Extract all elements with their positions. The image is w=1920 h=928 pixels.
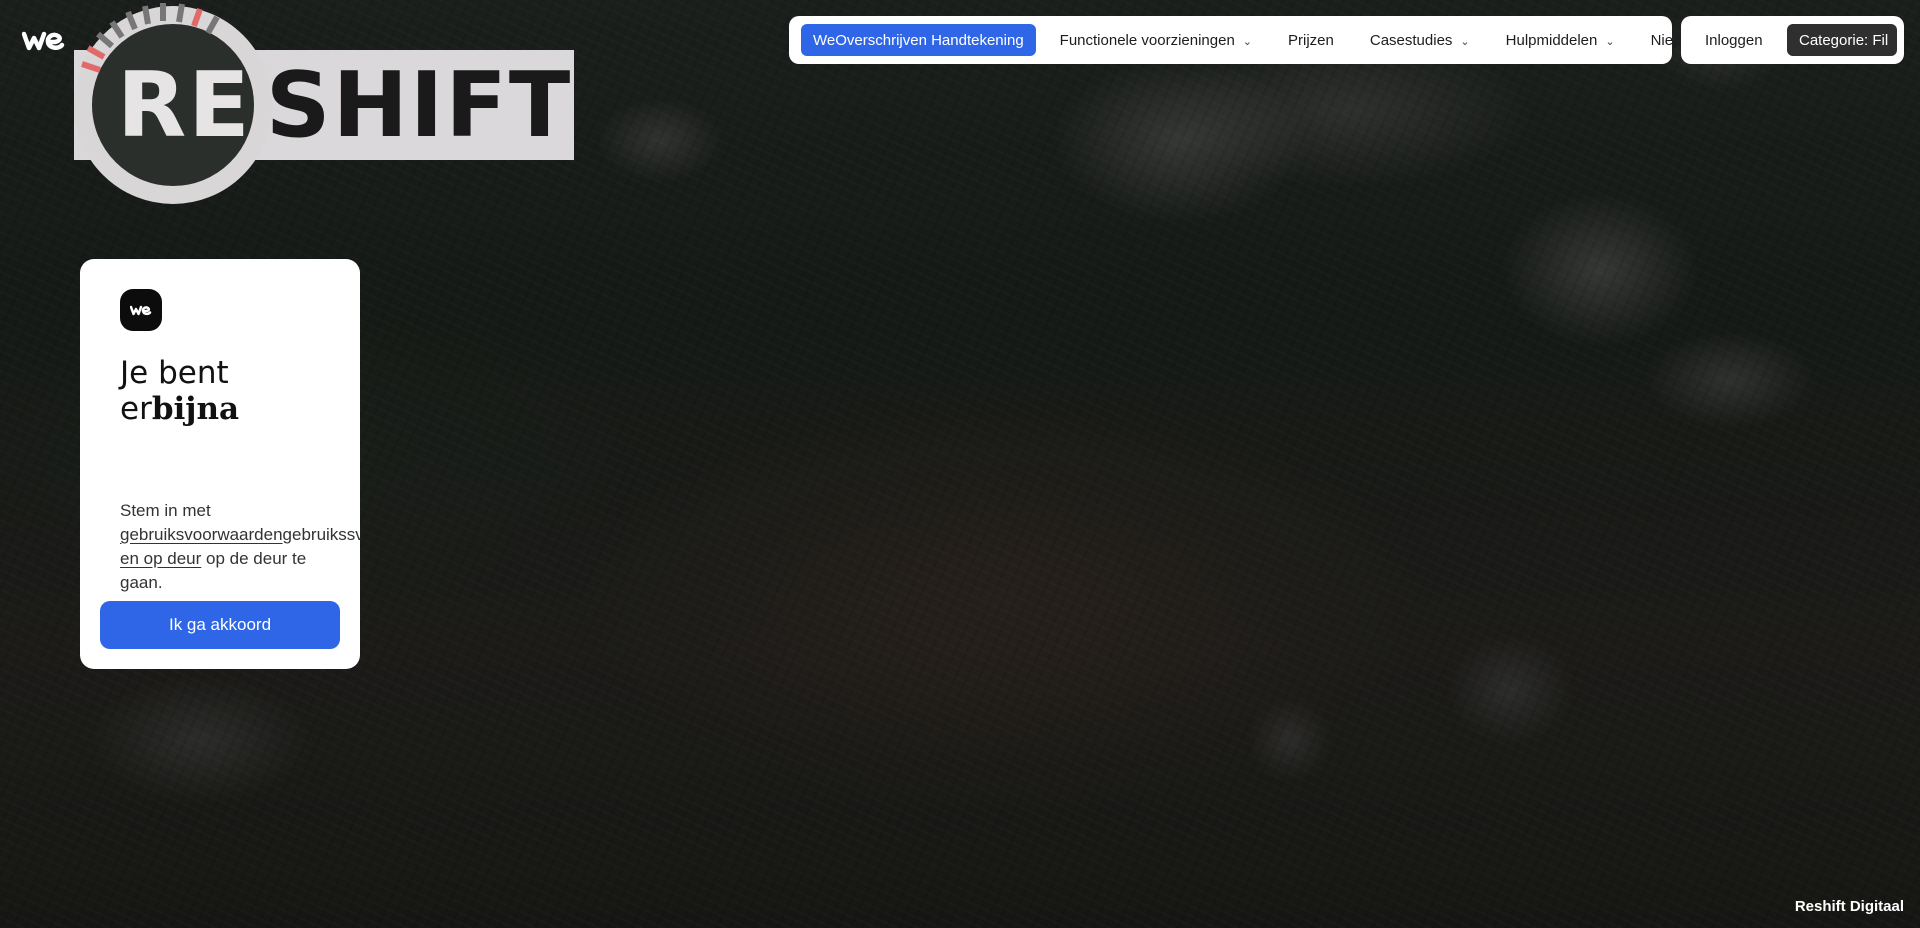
chevron-down-icon: ⌄ — [1605, 35, 1615, 48]
terms-link[interactable]: gebruiksvoorwaarden — [120, 525, 283, 544]
nav-item-casestudies[interactable]: Casestudies ⌄ — [1358, 32, 1482, 49]
nav-item-label: Functionele voorzieningen — [1059, 31, 1235, 49]
account-navigation: Inloggen Categorie: Fil — [1681, 16, 1904, 64]
category-button[interactable]: Categorie: Fil — [1787, 24, 1897, 56]
wordmark-re: RE — [117, 53, 252, 158]
chevron-down-icon: ⌄ — [1242, 35, 1253, 48]
main-navigation: WeOverschrijven Handtekening Functionele… — [789, 16, 1700, 64]
card-body-after: op de deur te — [201, 549, 307, 568]
we-logo-icon[interactable] — [21, 28, 66, 52]
card-title: Je bent erbijna — [120, 355, 239, 427]
card-title-bold: bijna — [151, 391, 240, 427]
we-logo-icon — [120, 289, 162, 331]
nav-item-functionele-voorzieningen[interactable]: Functionele voorzieningen ⌄ — [1048, 32, 1264, 49]
reshift-wordmark: RE SHIFT — [117, 58, 572, 154]
card-title-regular: er — [120, 391, 152, 427]
card-body-end: gaan. — [120, 573, 163, 592]
consent-card: Je bent erbijna Stem in met gebruiksvoor… — [80, 259, 360, 669]
nav-item-label: Hulpmiddelen — [1505, 31, 1598, 49]
nav-item-hulpmiddelen[interactable]: Hulpmiddelen ⌄ — [1494, 32, 1627, 49]
nav-item-label: Casestudies — [1369, 31, 1453, 49]
card-body-intro: Stem in met — [120, 501, 211, 520]
agree-button[interactable]: Ik ga akkoord — [100, 601, 340, 649]
nav-item-prijzen[interactable]: Prijzen — [1276, 32, 1346, 49]
deur-link[interactable]: en op deur — [120, 549, 201, 568]
wordmark-shift: SHIFT — [265, 53, 573, 158]
chevron-down-icon: ⌄ — [1460, 35, 1470, 48]
card-body-overflow: gebruikssv — [282, 525, 360, 544]
card-title-line1: Je bent — [120, 355, 229, 391]
card-body-text: Stem in met gebruiksvoorwaardengebruikss… — [120, 499, 360, 595]
login-link[interactable]: Inloggen — [1697, 32, 1771, 49]
nav-primary-button[interactable]: WeOverschrijven Handtekening — [801, 24, 1036, 56]
footer-brand: Reshift Digitaal — [1794, 898, 1904, 915]
nav-item-label: Prijzen — [1288, 31, 1334, 49]
